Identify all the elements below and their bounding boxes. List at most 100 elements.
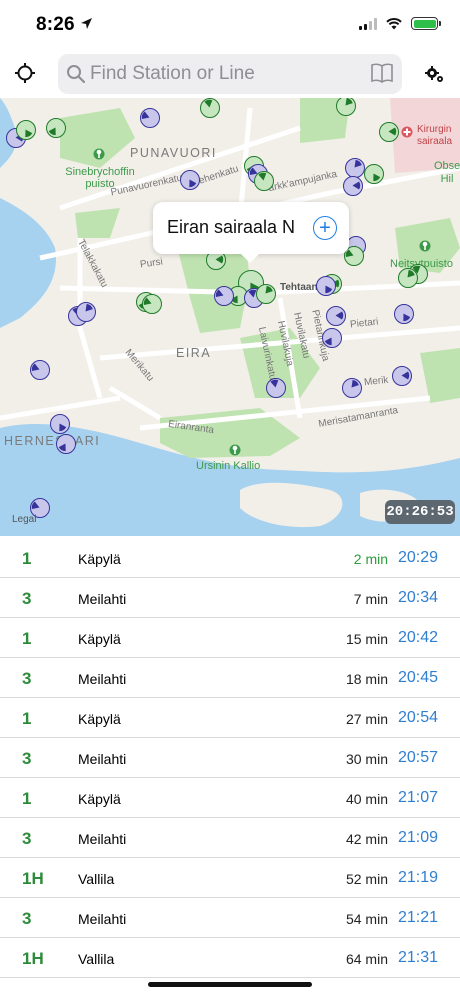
tram-stop-marker[interactable] bbox=[142, 294, 162, 314]
bus-stop-marker[interactable] bbox=[76, 302, 96, 322]
departure-row[interactable]: 3 Meilahti 18 min 20:45 bbox=[0, 658, 460, 698]
direction-wedge-icon bbox=[401, 371, 410, 380]
park-pin-icon bbox=[229, 444, 241, 456]
departure-destination: Meilahti bbox=[78, 591, 127, 607]
direction-wedge-icon bbox=[204, 99, 213, 108]
direction-wedge-icon bbox=[25, 129, 33, 138]
status-time: 8:26 bbox=[36, 14, 75, 35]
hospital-icon bbox=[401, 126, 413, 138]
departure-time: 21:21 bbox=[397, 909, 438, 926]
tram-stop-marker[interactable] bbox=[336, 98, 356, 116]
location-arrow-icon bbox=[81, 18, 92, 29]
bus-stop-marker[interactable] bbox=[345, 158, 365, 178]
departure-destination: Käpylä bbox=[78, 791, 121, 807]
departure-minutes: 27 min bbox=[345, 711, 388, 727]
map-label-eira: EIRA bbox=[176, 346, 212, 360]
map-label-tehtaankatu: Tehtaan bbox=[280, 282, 318, 293]
departure-minutes: 2 min bbox=[353, 551, 388, 567]
tram-stop-marker[interactable] bbox=[200, 98, 220, 118]
bus-stop-marker[interactable] bbox=[50, 414, 70, 434]
bus-stop-marker[interactable] bbox=[214, 286, 234, 306]
map-view[interactable]: PUNAVUORI EIRA HERNESAARI Sinebrychoffin… bbox=[0, 98, 460, 536]
direction-wedge-icon bbox=[335, 311, 344, 320]
bus-stop-marker[interactable] bbox=[322, 328, 342, 348]
departure-time: 20:42 bbox=[397, 629, 438, 646]
callout-title: Eiran sairaala N bbox=[167, 217, 296, 237]
bus-stop-marker[interactable] bbox=[392, 366, 412, 386]
bus-stop-marker[interactable] bbox=[326, 306, 346, 326]
locate-button[interactable] bbox=[10, 58, 40, 88]
map-label-observatorio: Obse Hil bbox=[434, 160, 460, 185]
departure-row[interactable]: 1 Käpylä 15 min 20:42 bbox=[0, 618, 460, 658]
departure-minutes: 64 min bbox=[345, 951, 388, 967]
departure-row[interactable]: 1H Vallila 52 min 21:19 bbox=[0, 858, 460, 898]
departure-time: 20:54 bbox=[397, 709, 438, 726]
bus-stop-marker[interactable] bbox=[394, 304, 414, 324]
departure-minutes: 40 min bbox=[345, 791, 388, 807]
bus-stop-marker[interactable] bbox=[343, 176, 363, 196]
departure-line: 3 bbox=[22, 829, 32, 848]
departure-line: 3 bbox=[22, 749, 32, 768]
direction-wedge-icon bbox=[258, 172, 267, 181]
gear-icon bbox=[425, 66, 443, 82]
tram-stop-marker[interactable] bbox=[46, 118, 66, 138]
bus-stop-marker[interactable] bbox=[342, 378, 362, 398]
departure-row[interactable]: 1 Käpylä 40 min 21:07 bbox=[0, 778, 460, 818]
legal-link[interactable]: Legal bbox=[12, 514, 36, 525]
tram-stop-marker[interactable] bbox=[16, 120, 36, 140]
direction-wedge-icon bbox=[58, 443, 66, 452]
tram-stop-marker[interactable] bbox=[379, 122, 399, 142]
map-label-kirurginen: Kirurgin sairaala bbox=[417, 124, 453, 147]
tram-stop-marker[interactable] bbox=[398, 268, 418, 288]
departure-row[interactable]: 3 Meilahti 7 min 20:34 bbox=[0, 578, 460, 618]
direction-wedge-icon bbox=[352, 181, 361, 190]
clock-badge: 20:26:53 bbox=[385, 500, 455, 524]
departure-line: 1 bbox=[22, 629, 32, 648]
direction-wedge-icon bbox=[270, 379, 279, 388]
wifi-icon bbox=[386, 18, 402, 30]
crosshair-icon bbox=[15, 63, 35, 83]
bus-stop-marker[interactable] bbox=[30, 360, 50, 380]
departure-minutes: 7 min bbox=[353, 591, 388, 607]
tram-stop-marker[interactable] bbox=[364, 164, 384, 184]
departure-minutes: 15 min bbox=[345, 631, 388, 647]
direction-wedge-icon bbox=[59, 423, 67, 432]
departure-line: 3 bbox=[22, 669, 32, 688]
direction-wedge-icon bbox=[351, 379, 359, 388]
departure-time: 20:45 bbox=[397, 669, 438, 686]
departure-minutes: 52 min bbox=[345, 871, 388, 887]
direction-wedge-icon bbox=[48, 127, 56, 136]
search-box[interactable] bbox=[58, 54, 402, 94]
cellular-signal-icon bbox=[359, 17, 377, 30]
departure-row[interactable]: 1 Käpylä 27 min 20:54 bbox=[0, 698, 460, 738]
direction-wedge-icon bbox=[407, 269, 415, 278]
departure-destination: Käpylä bbox=[78, 711, 121, 727]
departure-row[interactable]: 3 Meilahti 30 min 20:57 bbox=[0, 738, 460, 778]
settings-button[interactable] bbox=[420, 60, 448, 88]
departure-row[interactable]: 1 Käpylä 2 min 20:29 bbox=[0, 538, 460, 578]
direction-wedge-icon bbox=[373, 173, 381, 182]
direction-wedge-icon bbox=[85, 303, 93, 312]
bus-stop-marker[interactable] bbox=[56, 434, 76, 454]
departures-list: 1 Käpylä 2 min 20:29 3 Meilahti 7 min 20:34 1 Käp… bbox=[0, 538, 460, 978]
station-callout[interactable]: Eiran sairaala N + bbox=[153, 202, 349, 263]
departure-row[interactable]: 1H Vallila 64 min 21:31 bbox=[0, 938, 460, 978]
tram-stop-marker[interactable] bbox=[256, 284, 276, 304]
bus-stop-marker[interactable] bbox=[180, 170, 200, 190]
book-icon[interactable] bbox=[370, 62, 394, 84]
bus-stop-marker[interactable] bbox=[316, 276, 336, 296]
departure-row[interactable]: 3 Meilahti 42 min 21:09 bbox=[0, 818, 460, 858]
departure-destination: Vallila bbox=[78, 871, 115, 887]
direction-wedge-icon bbox=[403, 313, 411, 322]
departure-line: 1 bbox=[22, 789, 32, 808]
departure-row[interactable]: 3 Meilahti 54 min 21:21 bbox=[0, 898, 460, 938]
search-input[interactable] bbox=[90, 60, 360, 88]
departure-destination: Meilahti bbox=[78, 671, 127, 687]
tram-stop-marker[interactable] bbox=[254, 171, 274, 191]
departure-line: 3 bbox=[22, 589, 32, 608]
direction-wedge-icon bbox=[324, 337, 332, 346]
direction-wedge-icon bbox=[143, 297, 152, 306]
bus-stop-marker[interactable] bbox=[266, 378, 286, 398]
bus-stop-marker[interactable] bbox=[140, 108, 160, 128]
add-favorite-button[interactable]: + bbox=[313, 216, 337, 240]
